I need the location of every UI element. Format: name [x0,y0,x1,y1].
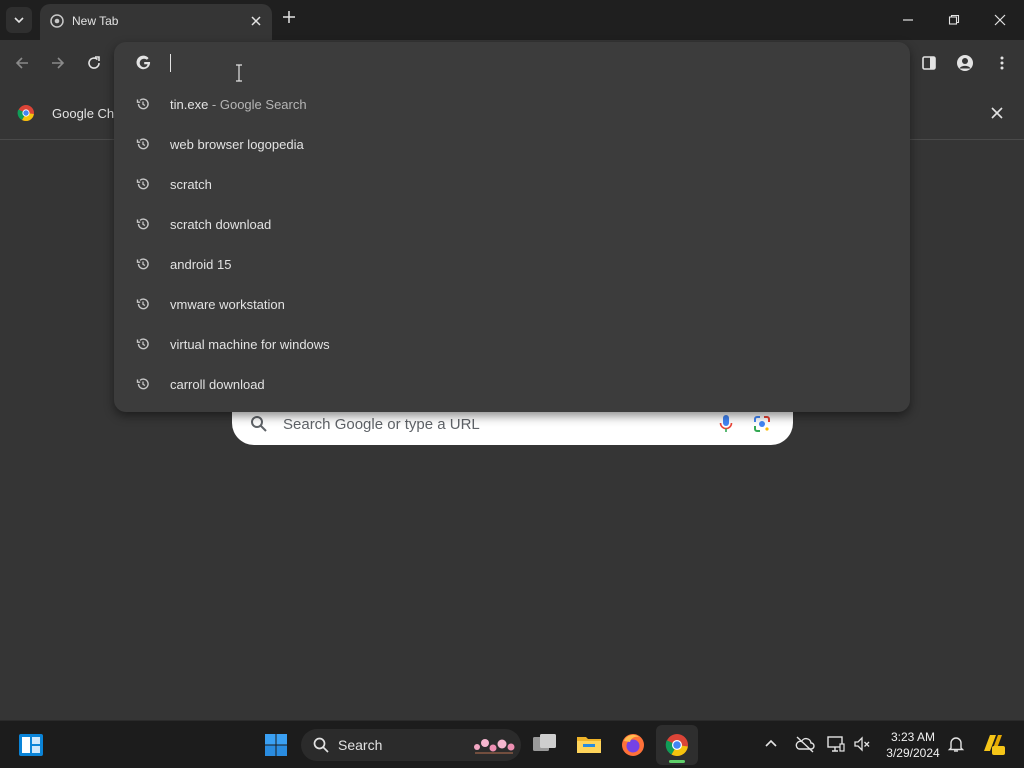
ibeam-cursor-icon [234,64,244,87]
taskbar-search-label: Search [338,737,383,753]
plus-icon [283,11,295,23]
search-highlight-icon [469,735,519,760]
bell-icon [947,737,965,752]
history-icon [136,297,150,316]
windows-logo-icon [265,734,287,756]
suggestion-text: scratch [170,177,212,192]
more-vert-icon [1000,56,1004,70]
volume-muted-icon[interactable] [853,735,871,753]
side-panel-icon [922,56,936,70]
suggestion-text: vmware workstation [170,297,285,312]
notifications-button[interactable] [947,735,965,753]
omnibox-dropdown: tin.exe - Google Search web browser logo… [114,42,910,412]
arrow-left-icon [15,57,28,69]
history-icon [136,377,150,396]
suggestion-item[interactable]: vmware workstation [114,285,910,325]
new-tab-button[interactable] [282,10,296,29]
arrow-right-icon [52,57,65,69]
title-bar: New Tab [0,0,1024,40]
chrome-taskbar-button[interactable] [656,725,698,765]
forward-button[interactable] [48,53,68,73]
suggestion-text: tin.exe [170,97,209,112]
minimize-button[interactable] [898,10,918,30]
reload-icon [88,56,100,69]
running-indicator [669,760,685,763]
suggestion-item[interactable]: virtual machine for windows [114,325,910,365]
firefox-button[interactable] [620,732,646,758]
history-icon [136,337,150,356]
task-view-icon [533,734,556,751]
suggestion-text: scratch download [170,217,272,232]
minimize-icon [903,19,913,21]
omnibox-input[interactable] [170,52,870,74]
menu-button[interactable] [992,53,1012,73]
suggestion-text: web browser logopedia [170,137,304,152]
clock[interactable]: 3:23 AM 3/29/2024 [880,729,946,761]
bookmark-label[interactable]: Google Chr [52,106,118,121]
file-explorer-button[interactable] [576,733,602,755]
tab-title: New Tab [72,14,119,28]
chevron-down-icon [14,17,24,24]
history-icon [136,257,150,276]
suggestion-item[interactable]: scratch download [114,205,910,245]
restore-icon [948,14,960,25]
back-button[interactable] [12,53,32,73]
history-icon [136,177,150,196]
onedrive-offline-icon[interactable] [795,735,815,753]
start-button[interactable] [264,733,288,757]
suggestion-text: virtual machine for windows [170,337,330,352]
chevron-up-icon [765,739,777,747]
close-window-button[interactable] [990,10,1010,30]
google-lens-icon[interactable] [752,414,772,439]
taskbar-search-box[interactable]: Search [301,729,521,761]
show-hidden-icons-button[interactable] [764,737,778,751]
text-caret [170,54,171,72]
suggestion-item[interactable]: tin.exe - Google Search [114,85,910,125]
tab-close-icon[interactable] [250,14,262,32]
history-icon [136,97,150,116]
profile-button[interactable] [955,53,975,73]
clock-time: 3:23 AM [890,730,936,744]
reload-button[interactable] [84,53,104,73]
suggestion-item[interactable]: scratch [114,165,910,205]
suggestion-desc: - Google Search [208,97,307,112]
chrome-icon [665,734,688,756]
suggestion-item[interactable]: android 15 [114,245,910,285]
suggestion-item[interactable]: web browser logopedia [114,125,910,165]
tab-search-button[interactable] [6,7,32,33]
folder-icon [577,737,601,753]
microphone-icon[interactable] [718,414,734,439]
chrome-favicon-icon [50,14,64,33]
suggestion-text: android 15 [170,257,232,272]
ntp-search-placeholder: Search Google or type a URL [283,416,480,433]
dismiss-infobar-icon[interactable] [990,106,1004,125]
restore-button[interactable] [944,10,964,30]
suggestion-item[interactable]: carroll download [114,365,910,405]
search-icon [312,736,330,759]
close-icon [994,14,1006,26]
chrome-logo-icon [17,104,35,127]
search-icon [250,415,268,438]
side-panel-button[interactable] [919,53,939,73]
widgets-button[interactable] [18,733,44,757]
widgets-icon [19,734,43,756]
network-icon[interactable] [827,735,845,753]
history-icon [136,217,150,236]
copilot-pre-icon[interactable] [980,731,1006,757]
taskbar: Search 3:23 AM 3/29/2024 [0,720,1024,768]
suggestion-text: carroll download [170,377,265,392]
firefox-icon [622,734,644,756]
task-view-button[interactable] [532,733,558,755]
avatar-icon [957,55,973,71]
tab-new-tab[interactable]: New Tab [40,4,272,40]
history-icon [136,137,150,156]
clock-date: 3/29/2024 [886,746,940,760]
google-g-icon [136,55,152,76]
